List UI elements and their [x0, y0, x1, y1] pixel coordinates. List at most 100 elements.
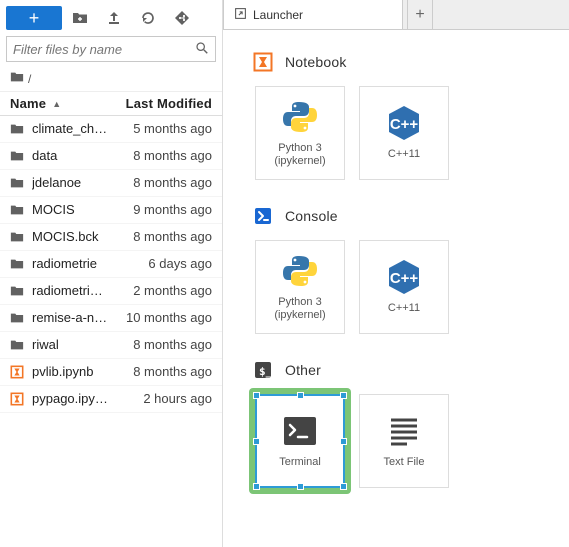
launcher-card[interactable]: Terminal — [255, 394, 345, 488]
git-button[interactable] — [166, 6, 198, 30]
launcher-card[interactable]: C++11 — [359, 86, 449, 180]
file-list-header: Name ▲ Last Modified — [0, 92, 222, 116]
filter-input-wrap[interactable] — [6, 36, 216, 62]
tab-launcher[interactable]: Launcher — [223, 0, 403, 29]
folder-icon — [10, 311, 26, 325]
sort-asc-icon: ▲ — [52, 99, 61, 109]
card-row: Python 3 (ipykernel) C++11 — [253, 240, 569, 334]
file-row[interactable]: pypago.ipy…2 hours ago — [0, 386, 222, 413]
launcher-card[interactable]: Text File — [359, 394, 449, 488]
launcher-section: Other Terminal Text File — [253, 360, 569, 488]
file-modified: 2 hours ago — [143, 389, 212, 409]
file-row[interactable]: remise-a-n…10 months ago — [0, 305, 222, 332]
column-name[interactable]: Name — [10, 96, 46, 111]
folder-icon — [10, 70, 24, 87]
column-modified[interactable]: Last Modified — [126, 96, 212, 111]
file-name: riwal — [32, 335, 133, 355]
main-pane: Launcher + Notebook Python 3 (ipykernel) C… — [223, 0, 569, 547]
card-label: Python 3 (ipykernel) — [256, 296, 344, 322]
console-icon — [253, 206, 273, 226]
resize-handle[interactable] — [253, 483, 260, 490]
file-modified: 2 months ago — [133, 281, 212, 301]
terminal-icon — [253, 360, 273, 380]
cpp-icon — [385, 258, 423, 296]
resize-handle[interactable] — [340, 438, 347, 445]
file-modified: 8 months ago — [133, 173, 212, 193]
file-row[interactable]: data8 months ago — [0, 143, 222, 170]
file-row[interactable]: MOCIS.bck8 months ago — [0, 224, 222, 251]
file-name: pvlib.ipynb — [32, 362, 133, 382]
file-modified: 8 months ago — [133, 227, 212, 247]
folder-icon — [10, 338, 26, 352]
file-name: pypago.ipy… — [32, 389, 143, 409]
file-row[interactable]: MOCIS9 months ago — [0, 197, 222, 224]
file-name: jdelanoe — [32, 173, 133, 193]
card-label: Python 3 (ipykernel) — [256, 142, 344, 168]
file-name: remise-a-n… — [32, 308, 126, 328]
launcher-card[interactable]: Python 3 (ipykernel) — [255, 240, 345, 334]
breadcrumb-path: / — [28, 72, 31, 86]
card-row: Python 3 (ipykernel) C++11 — [253, 86, 569, 180]
launcher-panel: Notebook Python 3 (ipykernel) C++11 Console… — [223, 30, 569, 547]
folder-icon — [10, 230, 26, 244]
python-icon — [281, 98, 319, 136]
notebook-icon — [10, 392, 26, 406]
file-list: climate_ch…5 months agodata8 months agoj… — [0, 116, 222, 547]
new-launcher-button[interactable]: + — [6, 6, 62, 30]
file-name: radiometri… — [32, 281, 133, 301]
file-row[interactable]: pvlib.ipynb8 months ago — [0, 359, 222, 386]
file-modified: 9 months ago — [133, 200, 212, 220]
file-modified: 8 months ago — [133, 335, 212, 355]
launcher-card[interactable]: C++11 — [359, 240, 449, 334]
card-label: C++11 — [384, 148, 424, 161]
new-folder-button[interactable] — [64, 6, 96, 30]
file-modified: 5 months ago — [133, 119, 212, 139]
section-header: Console — [253, 206, 569, 226]
cpp-icon — [385, 104, 423, 142]
file-row[interactable]: radiometrie6 days ago — [0, 251, 222, 278]
resize-handle[interactable] — [340, 483, 347, 490]
section-title: Console — [285, 208, 338, 224]
python-icon — [281, 252, 319, 290]
resize-handle[interactable] — [253, 438, 260, 445]
section-title: Notebook — [285, 54, 347, 70]
resize-handle[interactable] — [297, 392, 304, 399]
file-name: radiometrie — [32, 254, 148, 274]
terminal-icon — [281, 412, 319, 450]
section-header: Notebook — [253, 52, 569, 72]
folder-icon — [10, 257, 26, 271]
notebook-icon — [10, 365, 26, 379]
new-tab-button[interactable]: + — [407, 0, 433, 29]
file-modified: 8 months ago — [133, 362, 212, 382]
file-row[interactable]: radiometri…2 months ago — [0, 278, 222, 305]
launcher-section: Notebook Python 3 (ipykernel) C++11 — [253, 52, 569, 180]
launch-icon — [234, 7, 247, 23]
filter-input[interactable] — [13, 42, 195, 57]
section-title: Other — [285, 362, 321, 378]
file-row[interactable]: climate_ch…5 months ago — [0, 116, 222, 143]
launcher-card[interactable]: Python 3 (ipykernel) — [255, 86, 345, 180]
resize-handle[interactable] — [297, 483, 304, 490]
resize-handle[interactable] — [253, 392, 260, 399]
selection-highlight: Terminal — [255, 394, 345, 488]
file-row[interactable]: jdelanoe8 months ago — [0, 170, 222, 197]
file-row[interactable]: riwal8 months ago — [0, 332, 222, 359]
search-icon — [195, 41, 209, 58]
folder-icon — [10, 284, 26, 298]
card-row: Terminal Text File — [253, 394, 569, 488]
file-browser-sidebar: + / Name ▲ Last Modified climate_ch…5 mo… — [0, 0, 223, 547]
folder-icon — [10, 203, 26, 217]
file-name: MOCIS.bck — [32, 227, 133, 247]
card-label: Text File — [380, 456, 429, 469]
file-name: MOCIS — [32, 200, 133, 220]
section-header: Other — [253, 360, 569, 380]
card-label: C++11 — [384, 302, 424, 315]
breadcrumb[interactable]: / — [0, 66, 222, 92]
textfile-icon — [385, 412, 423, 450]
file-modified: 8 months ago — [133, 146, 212, 166]
upload-button[interactable] — [98, 6, 130, 30]
file-name: climate_ch… — [32, 119, 133, 139]
card-label: Terminal — [275, 456, 325, 469]
refresh-button[interactable] — [132, 6, 164, 30]
resize-handle[interactable] — [340, 392, 347, 399]
